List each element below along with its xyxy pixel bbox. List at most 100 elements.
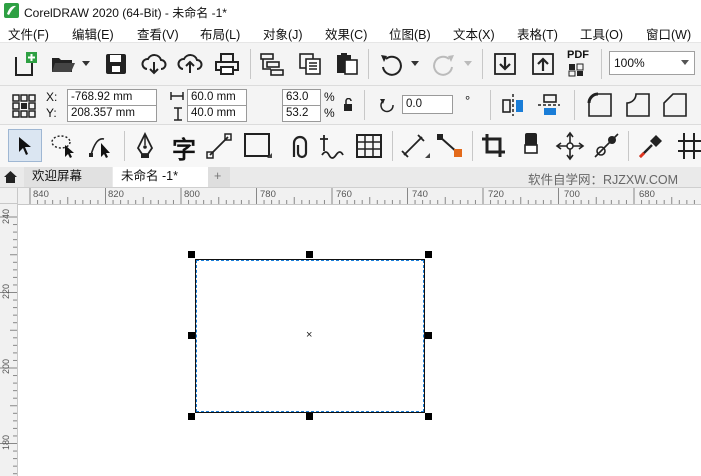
cloud-download-icon[interactable] — [141, 52, 167, 76]
drawing-canvas[interactable]: × — [18, 205, 701, 476]
ruler-tick-label: 780 — [260, 189, 276, 200]
redo-dropdown-icon[interactable] — [464, 61, 472, 66]
selection-handle[interactable] — [306, 251, 313, 258]
menu-bar: 文件(F) 编辑(E) 查看(V) 布局(L) 对象(J) 效果(C) 位图(B… — [0, 21, 701, 43]
menu-window[interactable]: 窗口(W) — [646, 24, 691, 43]
undo-icon[interactable] — [378, 52, 404, 76]
chevron-down-icon — [681, 60, 689, 65]
blend-tool-icon[interactable] — [592, 131, 622, 161]
import-icon[interactable] — [259, 51, 285, 77]
reference-point-icon[interactable] — [12, 94, 36, 118]
x-label: X: — [46, 90, 58, 104]
ruler-tick-label: 800 — [184, 189, 200, 200]
eyedropper-icon[interactable] — [636, 131, 666, 161]
menu-layout[interactable]: 布局(L) — [200, 24, 240, 43]
scale-width-field[interactable]: 63.0 — [282, 89, 321, 106]
menu-edit[interactable]: 编辑(E) — [72, 24, 114, 43]
table-tool-icon[interactable] — [355, 132, 383, 160]
export-arrow-icon[interactable] — [530, 51, 556, 77]
save-icon[interactable] — [104, 52, 128, 76]
toolbar-separator — [364, 90, 365, 120]
interactive-fill-icon[interactable] — [676, 131, 701, 161]
window-title: CorelDRAW 2020 (64-Bit) - 未命名 -1* — [24, 6, 227, 20]
standard-toolbar: PDF 100% — [0, 43, 701, 86]
home-icon[interactable] — [3, 170, 18, 184]
export-icon[interactable] — [297, 51, 323, 77]
menu-effects[interactable]: 效果(C) — [325, 24, 367, 43]
ruler-tick-label: 840 — [33, 189, 49, 200]
lock-ratio-icon[interactable] — [343, 98, 353, 112]
toolbar-separator — [628, 131, 629, 161]
title-bar: CorelDRAW 2020 (64-Bit) - 未命名 -1* — [0, 0, 701, 21]
shape-tool-icon[interactable] — [88, 133, 116, 159]
toolbar-separator — [601, 49, 602, 79]
pen-tool-icon[interactable] — [133, 132, 157, 160]
text-tool-button[interactable]: 字 — [170, 130, 198, 164]
pan-tool-icon[interactable] — [555, 131, 585, 161]
round-corner-icon[interactable] — [586, 91, 614, 119]
redo-icon[interactable] — [431, 52, 457, 76]
selection-handle[interactable] — [188, 251, 195, 258]
tab-document[interactable]: 未命名 -1* — [113, 167, 208, 187]
ruler-tick-label: 200 — [1, 358, 11, 374]
ruler-tick-label: 760 — [336, 189, 352, 200]
menu-table[interactable]: 表格(T) — [517, 24, 558, 43]
cloud-upload-icon[interactable] — [177, 52, 203, 76]
dimension-tool-icon[interactable] — [400, 133, 430, 159]
import-arrow-icon[interactable] — [492, 51, 518, 77]
connector-tool-icon[interactable] — [436, 133, 466, 159]
chamfered-corner-icon[interactable] — [661, 91, 689, 119]
y-position-field[interactable]: 208.357 mm — [67, 105, 157, 122]
ruler-tick-label: 740 — [412, 189, 428, 200]
horizontal-ruler[interactable]: 840 820 800 780 760 740 720 700 680 — [18, 188, 701, 205]
vertical-ruler[interactable]: 240 220 200 180 — [0, 204, 18, 476]
selection-handle[interactable] — [425, 413, 432, 420]
ruler-tick-label: 240 — [1, 208, 11, 224]
selection-handle[interactable] — [188, 332, 195, 339]
selection-handle[interactable] — [425, 332, 432, 339]
zoom-level-select[interactable]: 100% — [609, 51, 695, 75]
height-icon — [174, 107, 182, 121]
print-icon[interactable] — [214, 52, 240, 76]
zoom-level-value: 100% — [614, 56, 645, 70]
menu-tools[interactable]: 工具(O) — [580, 24, 623, 43]
rectangle-tool-icon[interactable] — [243, 132, 273, 160]
freehand-pick-icon[interactable] — [50, 133, 80, 159]
x-position-field[interactable]: -768.92 mm — [67, 89, 157, 106]
menu-text[interactable]: 文本(X) — [453, 24, 495, 43]
scale-height-field[interactable]: 53.2 — [282, 105, 321, 122]
artistic-media-icon[interactable] — [318, 131, 346, 161]
rotation-angle-field[interactable]: 0.0 — [402, 95, 453, 114]
crop-tool-icon[interactable] — [480, 132, 510, 160]
publish-pdf-button[interactable]: PDF — [567, 49, 595, 79]
add-tab-button[interactable]: + — [208, 167, 230, 187]
new-document-icon[interactable] — [12, 51, 38, 77]
toolbar-separator — [124, 131, 125, 161]
mirror-vertical-icon[interactable] — [536, 92, 562, 118]
line-tool-icon[interactable] — [206, 133, 234, 159]
chevron-down-icon[interactable] — [82, 61, 90, 66]
pick-tool-button[interactable] — [8, 129, 42, 162]
width-field[interactable]: 60.0 mm — [187, 89, 247, 106]
property-bar: X: -768.92 mm Y: 208.357 mm 60.0 mm 40.0… — [0, 86, 701, 125]
scalloped-corner-icon[interactable] — [624, 91, 652, 119]
undo-dropdown-icon[interactable] — [411, 61, 419, 66]
selection-handle[interactable] — [188, 413, 195, 420]
ruler-tick-label: 220 — [1, 283, 11, 299]
menu-bitmaps[interactable]: 位图(B) — [389, 24, 431, 43]
menu-view[interactable]: 查看(V) — [137, 24, 179, 43]
mirror-horizontal-icon[interactable] — [500, 92, 526, 118]
selection-handle[interactable] — [425, 251, 432, 258]
height-field[interactable]: 40.0 mm — [187, 105, 247, 122]
tab-welcome-screen[interactable]: 欢迎屏幕 — [24, 167, 112, 187]
toolbox: 字 — [0, 125, 701, 168]
menu-file[interactable]: 文件(F) — [8, 24, 49, 43]
menu-object[interactable]: 对象(J) — [263, 24, 303, 43]
clipboard-icon[interactable] — [334, 51, 360, 77]
center-marker-icon[interactable]: × — [306, 329, 312, 341]
open-folder-icon[interactable] — [50, 52, 76, 76]
ruler-origin[interactable] — [0, 188, 18, 204]
selection-handle[interactable] — [306, 413, 313, 420]
eraser-tool-icon[interactable] — [518, 131, 546, 161]
spiral-tool-icon[interactable] — [282, 131, 310, 161]
